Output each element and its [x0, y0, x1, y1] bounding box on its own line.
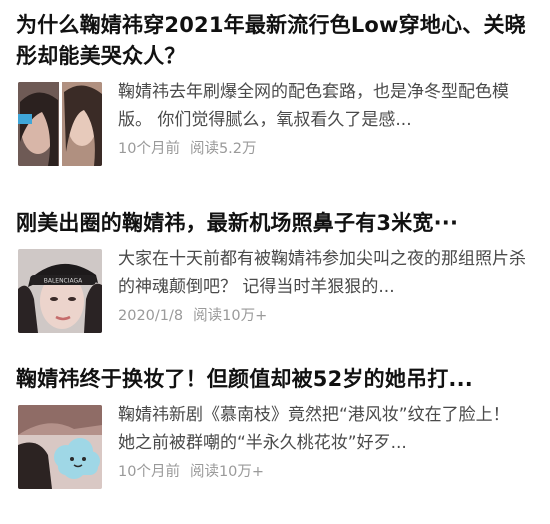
article-text-column: 大家在十天前都有被鞠婧祎参加尖叫之夜的那组照片杀的神魂颠倒吧？ 记得当时羊狠狠的… [118, 245, 532, 327]
article-title[interactable]: 鞠婧祎终于换妆了！但颜值却被52岁的她吊打... [16, 364, 532, 395]
article-item[interactable]: 鞠婧祎终于换妆了！但颜值却被52岁的她吊打... 鞠婧祎新剧《慕南枝》竟然把“港… [16, 364, 532, 497]
article-title[interactable]: 刚美出圈的鞠婧祎，最新机场照鼻子有3米宽··· [16, 208, 532, 239]
article-date: 2020/1/8 [118, 308, 184, 324]
article-date: 10个月前 [118, 464, 180, 480]
cloud-pillow-thumbnail[interactable] [18, 405, 102, 489]
article-body: 鞠婧祎新剧《慕南枝》竟然把“港风妆”纹在了脸上！ 她之前被群嘲的“半永久桃花妆”… [16, 405, 532, 497]
article-item[interactable]: 刚美出圈的鞠婧祎，最新机场照鼻子有3米宽··· BALENCIAGA 大家在十天… [16, 208, 532, 341]
cap-logo-text: BALENCIAGA [44, 278, 83, 285]
collage-portrait-thumbnail[interactable] [18, 82, 102, 166]
article-meta: 10个月前 阅读5.2万 [118, 138, 532, 160]
article-text-column: 鞠婧祎去年刷爆全网的配色套路，也是净冬型配色模版。 你们觉得腻么，氧叔看久了是感… [118, 78, 532, 160]
article-summary: 大家在十天前都有被鞠婧祎参加尖叫之夜的那组照片杀的神魂颠倒吧？ 记得当时羊狠狠的… [118, 249, 526, 297]
article-body: 鞠婧祎去年刷爆全网的配色套路，也是净冬型配色模版。 你们觉得腻么，氧叔看久了是感… [16, 82, 532, 174]
article-item[interactable]: 为什么鞠婧祎穿2021年最新流行色Low穿地心、关晓彤却能美哭众人？ 鞠婧祎去年… [16, 10, 532, 174]
cap-portrait-thumbnail[interactable]: BALENCIAGA [18, 249, 102, 333]
article-summary: 鞠婧祎去年刷爆全网的配色套路，也是净冬型配色模版。 你们觉得腻么，氧叔看久了是感… [118, 82, 509, 130]
article-reads: 阅读10万+ [193, 308, 268, 324]
article-meta: 10个月前 阅读10万+ [118, 461, 532, 483]
article-text-column: 鞠婧祎新剧《慕南枝》竟然把“港风妆”纹在了脸上！ 她之前被群嘲的“半永久桃花妆”… [118, 401, 532, 483]
article-meta: 2020/1/8 阅读10万+ [118, 305, 532, 327]
article-feed: 为什么鞠婧祎穿2021年最新流行色Low穿地心、关晓彤却能美哭众人？ 鞠婧祎去年… [0, 0, 550, 524]
article-date: 10个月前 [118, 141, 180, 157]
article-title[interactable]: 为什么鞠婧祎穿2021年最新流行色Low穿地心、关晓彤却能美哭众人？ [16, 10, 532, 72]
article-reads: 阅读5.2万 [189, 141, 257, 157]
article-summary: 鞠婧祎新剧《慕南枝》竟然把“港风妆”纹在了脸上！ 她之前被群嘲的“半永久桃花妆”… [118, 405, 510, 453]
article-reads: 阅读10万+ [189, 464, 265, 480]
article-body: BALENCIAGA 大家在十天前都有被鞠婧祎参加尖叫之夜的那组照片杀的神魂颠倒… [16, 249, 532, 341]
